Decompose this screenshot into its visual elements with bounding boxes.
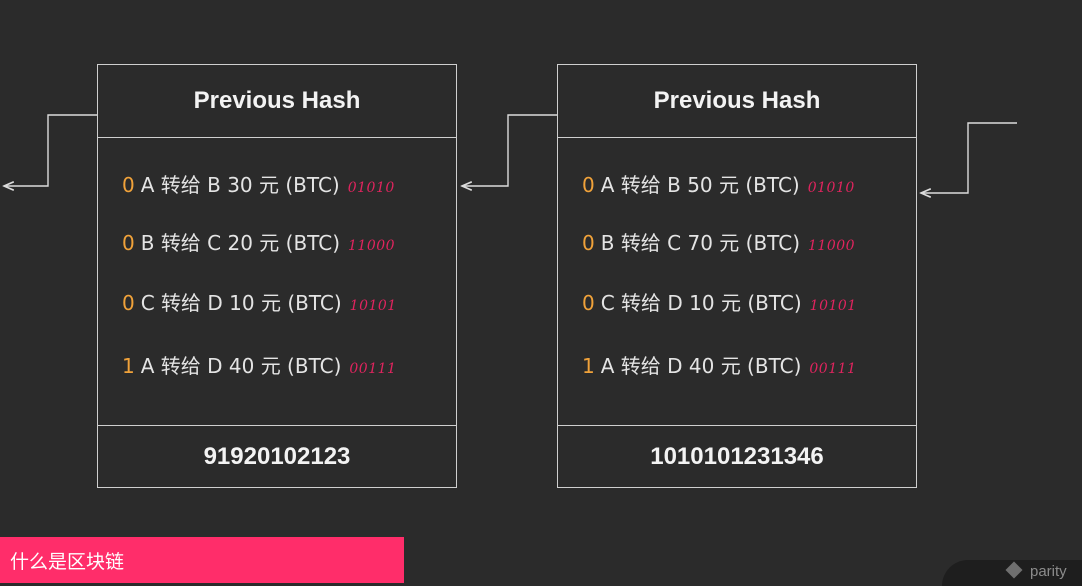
transaction-row: 0 B 转给 C 20 元 (BTC) 11000 bbox=[122, 227, 395, 256]
transaction-bits: 11000 bbox=[348, 238, 396, 254]
block-hash: 1010101231346 bbox=[558, 425, 916, 487]
transaction-text: C 转给 D 10 元 (BTC) bbox=[140, 291, 342, 315]
transaction-flag: 0 bbox=[582, 291, 595, 315]
transaction-text: A 转给 B 30 元 (BTC) bbox=[140, 173, 340, 197]
transaction-row: 1 A 转给 D 40 元 (BTC) 00111 bbox=[122, 350, 396, 379]
transaction-flag: 0 bbox=[582, 231, 595, 255]
transaction-flag: 1 bbox=[582, 354, 595, 378]
transaction-text: B 转给 C 70 元 (BTC) bbox=[600, 231, 800, 255]
transaction-row: 0 A 转给 B 30 元 (BTC) 01010 bbox=[122, 169, 395, 198]
transaction-bits: 01010 bbox=[347, 180, 395, 196]
transaction-row: 0 C 转给 D 10 元 (BTC) 10101 bbox=[582, 287, 857, 316]
transaction-bits: 10101 bbox=[809, 298, 857, 314]
transaction-text: A 转给 B 50 元 (BTC) bbox=[600, 173, 800, 197]
parity-logo-icon bbox=[1005, 561, 1023, 579]
transaction-row: 0 A 转给 B 50 元 (BTC) 01010 bbox=[582, 169, 855, 198]
arrow-next-to-right-block bbox=[921, 122, 1017, 193]
transaction-bits: 00111 bbox=[809, 361, 857, 377]
brand-watermark: parity bbox=[942, 560, 1082, 586]
transaction-text: C 转给 D 10 元 (BTC) bbox=[600, 291, 802, 315]
block-hash: 91920102123 bbox=[98, 425, 456, 487]
transaction-row: 1 A 转给 D 40 元 (BTC) 00111 bbox=[582, 350, 856, 379]
transaction-row: 0 B 转给 C 70 元 (BTC) 11000 bbox=[582, 227, 855, 256]
arrow-right-block-to-left-block bbox=[462, 114, 557, 186]
transaction-bits: 01010 bbox=[807, 180, 855, 196]
slide-caption: 什么是区块链 bbox=[0, 537, 404, 583]
transaction-flag: 1 bbox=[122, 354, 135, 378]
transaction-bits: 10101 bbox=[349, 298, 397, 314]
transaction-text: A 转给 D 40 元 (BTC) bbox=[140, 354, 342, 378]
transaction-flag: 0 bbox=[582, 173, 595, 197]
block-left: Previous Hash 0 A 转给 B 30 元 (BTC) 01010 … bbox=[97, 64, 457, 488]
transaction-flag: 0 bbox=[122, 291, 135, 315]
transaction-bits: 00111 bbox=[349, 361, 397, 377]
transaction-row: 0 C 转给 D 10 元 (BTC) 10101 bbox=[122, 287, 397, 316]
transaction-flag: 0 bbox=[122, 173, 135, 197]
arrow-left-block-to-previous bbox=[4, 114, 97, 186]
block-header-previous-hash: Previous Hash bbox=[98, 65, 456, 138]
transaction-bits: 11000 bbox=[808, 238, 856, 254]
brand-name: parity bbox=[1030, 563, 1067, 580]
transaction-text: A 转给 D 40 元 (BTC) bbox=[600, 354, 802, 378]
block-header-previous-hash: Previous Hash bbox=[558, 65, 916, 138]
transaction-text: B 转给 C 20 元 (BTC) bbox=[140, 231, 340, 255]
block-right: Previous Hash 0 A 转给 B 50 元 (BTC) 01010 … bbox=[557, 64, 917, 488]
transaction-flag: 0 bbox=[122, 231, 135, 255]
